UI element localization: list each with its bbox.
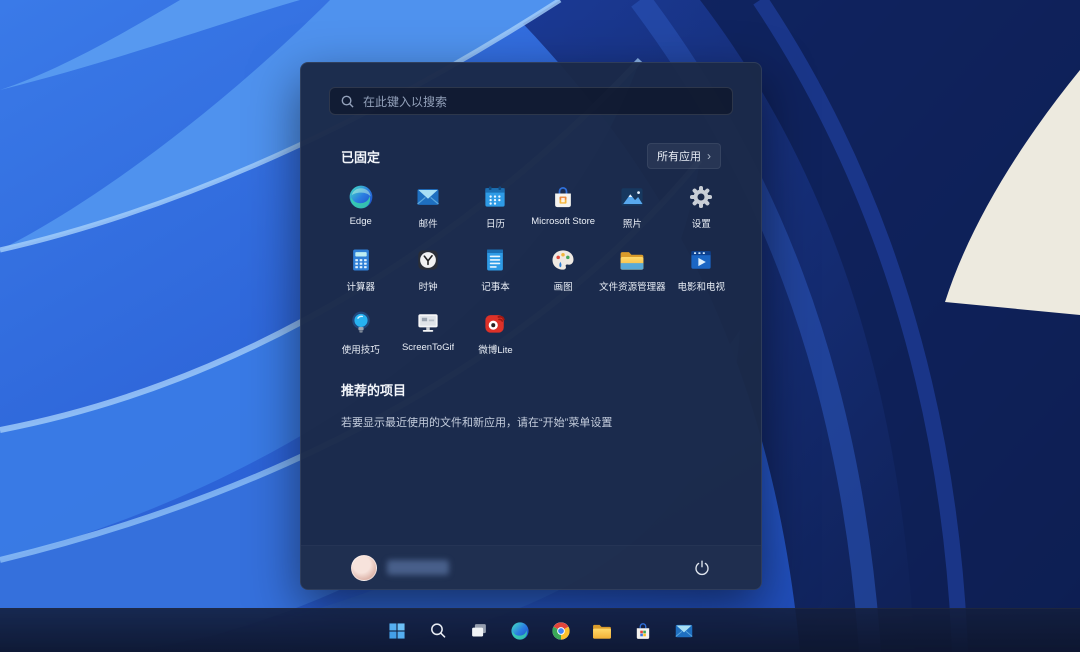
app-label: 计算器	[346, 282, 375, 293]
app-label: 设置	[691, 219, 711, 230]
all-apps-label: 所有应用	[657, 151, 701, 163]
recommended-empty-text: 若要显示最近使用的文件和新应用，请在“开始”菜单设置	[341, 417, 613, 429]
app-tile-calendar[interactable]: 日历	[462, 175, 529, 234]
app-tile-edge[interactable]: Edge	[327, 175, 394, 234]
calendar-icon	[485, 186, 506, 207]
power-button[interactable]	[687, 553, 717, 583]
pinned-title: 已固定	[341, 149, 381, 165]
user-name-redacted	[387, 560, 449, 575]
edge-icon	[349, 185, 373, 209]
user-profile-button[interactable]	[345, 554, 455, 582]
chevron-right-icon: ›	[707, 149, 711, 163]
task-view-icon	[471, 623, 486, 636]
start-menu-footer	[301, 545, 761, 589]
search-icon	[430, 622, 445, 638]
app-tile-settings[interactable]: 设置	[668, 175, 735, 234]
mail-icon	[674, 624, 693, 637]
paint-icon	[552, 250, 574, 270]
pinned-app-grid: Edge 邮件 日历 Microsoft Store 照片 设置 计算器 时钟 …	[327, 175, 735, 360]
store-icon	[636, 622, 649, 639]
task-view-button[interactable]	[462, 614, 496, 648]
file-explorer-icon	[620, 252, 644, 270]
taskbar-edge-button[interactable]	[503, 614, 537, 648]
desktop: 在此键入以搜索 已固定 所有应用 › Edge 邮件 日历 Microsoft …	[0, 0, 1080, 652]
app-tile-mail[interactable]: 邮件	[394, 175, 461, 234]
photos-icon	[621, 188, 643, 206]
search-input[interactable]: 在此键入以搜索	[329, 87, 733, 115]
mail-icon	[417, 189, 439, 205]
start-button[interactable]	[380, 614, 414, 648]
app-label: Microsoft Store	[531, 216, 596, 227]
start-icon	[388, 622, 405, 639]
taskbar-icon-group	[380, 614, 701, 648]
search-placeholder: 在此键入以搜索	[363, 94, 448, 109]
recommended-section: 推荐的项目 若要显示最近使用的文件和新应用，请在“开始”菜单设置	[341, 380, 721, 430]
app-label: 使用技巧	[341, 345, 380, 356]
app-label: 时钟	[418, 282, 438, 293]
app-label: 画图	[553, 282, 573, 293]
taskbar-mail-button[interactable]	[667, 614, 701, 648]
app-tile-photos[interactable]: 照片	[597, 175, 668, 234]
power-icon	[695, 560, 709, 575]
app-label: ScreenToGif	[401, 342, 455, 353]
app-label: 日历	[485, 219, 505, 230]
avatar	[351, 554, 377, 581]
app-tile-microsoft-store[interactable]: Microsoft Store	[529, 175, 597, 234]
app-tile-tips[interactable]: 使用技巧	[327, 301, 394, 360]
app-tile-movies-tv[interactable]: 电影和电视	[668, 238, 735, 297]
search-icon	[341, 95, 354, 108]
file-explorer-icon	[592, 624, 611, 639]
taskbar-store-button[interactable]	[626, 614, 660, 648]
chrome-icon	[551, 621, 570, 640]
app-label: 电影和电视	[677, 282, 726, 293]
app-label: Edge	[349, 216, 372, 227]
tips-icon	[351, 311, 370, 333]
app-tile-weibo-lite[interactable]: 微博Lite	[462, 301, 529, 360]
app-label: 微博Lite	[478, 345, 513, 356]
app-tile-file-explorer[interactable]: 文件资源管理器	[597, 238, 668, 297]
taskbar-chrome-button[interactable]	[544, 614, 578, 648]
calculator-icon	[352, 249, 369, 271]
edge-icon	[510, 621, 529, 640]
app-tile-calculator[interactable]: 计算器	[327, 238, 394, 297]
taskbar	[0, 608, 1080, 652]
all-apps-button[interactable]: 所有应用 ›	[647, 143, 721, 169]
app-label: 记事本	[481, 282, 510, 293]
recommended-title: 推荐的项目	[341, 383, 407, 398]
app-tile-screentogif[interactable]: ScreenToGif	[394, 301, 461, 360]
app-tile-paint[interactable]: 画图	[529, 238, 597, 297]
app-tile-clock[interactable]: 时钟	[394, 238, 461, 297]
movies-tv-icon	[691, 251, 711, 269]
taskbar-file-explorer-button[interactable]	[585, 614, 619, 648]
store-icon	[555, 187, 571, 208]
notepad-icon	[487, 249, 504, 271]
app-label: 邮件	[418, 219, 438, 230]
taskbar-search-button[interactable]	[421, 614, 455, 648]
start-menu: 在此键入以搜索 已固定 所有应用 › Edge 邮件 日历 Microsoft …	[300, 62, 762, 590]
screentogif-icon	[418, 314, 438, 332]
weibo-lite-icon	[485, 315, 506, 333]
app-label: 照片	[622, 219, 642, 230]
app-tile-notepad[interactable]: 记事本	[462, 238, 529, 297]
settings-gear-icon	[690, 185, 713, 209]
clock-icon	[418, 250, 438, 270]
pinned-header: 已固定 所有应用 ›	[341, 143, 721, 169]
app-label: 文件资源管理器	[599, 282, 666, 293]
